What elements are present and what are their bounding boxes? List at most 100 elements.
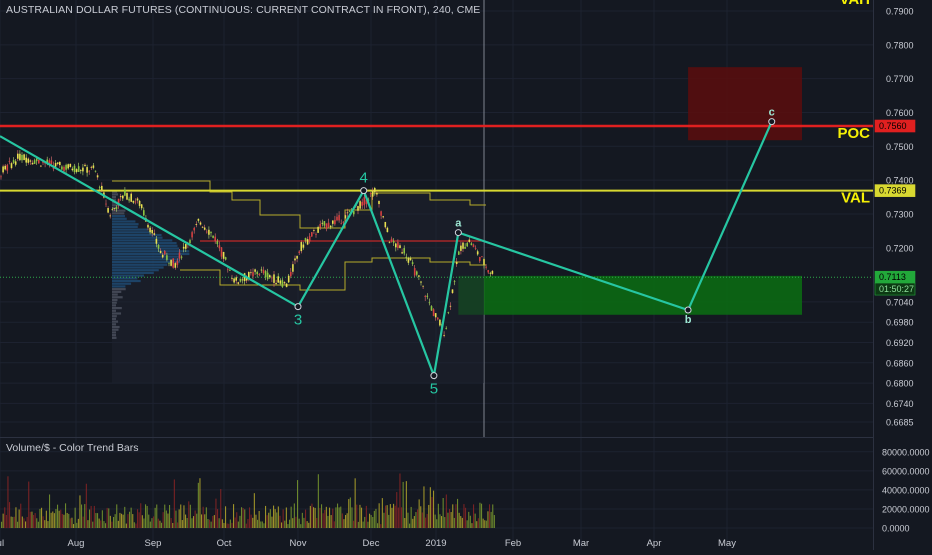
volume-bar xyxy=(417,509,419,528)
volume-bar xyxy=(101,510,103,528)
volume-bar xyxy=(380,524,382,528)
candle-body xyxy=(371,190,374,197)
volume-bar xyxy=(277,506,279,528)
volume-bar xyxy=(77,518,79,528)
volume-bar xyxy=(367,521,369,528)
volume-bar xyxy=(481,503,483,528)
volume-bar xyxy=(69,518,71,528)
volume-bar xyxy=(386,505,388,528)
volume-bar xyxy=(97,513,99,528)
volume-bar xyxy=(249,507,251,528)
volume-bar xyxy=(100,520,102,528)
candle-body xyxy=(336,216,338,221)
candle-body xyxy=(151,229,153,234)
candle-body xyxy=(388,242,391,244)
volume-bar xyxy=(377,523,379,528)
chart-area[interactable]: 3 4 5 a b c VAH POC VAL 0.7900 0.7800 0.7700 0.7600… xyxy=(0,0,932,550)
candle-body xyxy=(71,168,74,171)
candle-body xyxy=(254,269,256,272)
candle-body xyxy=(128,198,130,201)
resistance-zone xyxy=(688,67,802,141)
profile-bar xyxy=(112,317,116,321)
volume-bar xyxy=(253,493,255,528)
time-axis[interactable]: Jul Aug Sep Oct Nov Dec 2019 Feb Mar Apr May xyxy=(0,538,736,549)
candle-body xyxy=(130,193,132,202)
profile-bar xyxy=(112,228,148,231)
volume-bar xyxy=(468,511,470,528)
profile-bar xyxy=(112,217,127,220)
profile-bar xyxy=(112,293,118,296)
candle-body xyxy=(319,223,321,228)
profile-bar xyxy=(112,320,119,323)
volume-bar xyxy=(223,522,225,528)
volume-bar xyxy=(426,513,428,528)
volume-bar xyxy=(138,512,140,528)
candle-body xyxy=(2,166,4,173)
candle-body xyxy=(235,277,237,281)
profile-bar xyxy=(112,236,163,239)
candle-body xyxy=(332,220,334,224)
volume-bar xyxy=(98,518,100,528)
volume-bar xyxy=(452,504,454,528)
candle-body xyxy=(325,223,328,229)
candle-body xyxy=(189,240,191,244)
candle-body xyxy=(193,227,195,231)
volume-bar xyxy=(349,497,351,528)
candle-body xyxy=(357,206,359,211)
volume-bar xyxy=(233,504,235,528)
candle-body xyxy=(397,242,399,248)
wave-point-5 xyxy=(430,372,438,380)
volume-bar xyxy=(1,521,3,528)
volume-bar xyxy=(143,518,145,528)
volume-bar xyxy=(90,505,92,528)
candle-body xyxy=(302,244,305,248)
volume-bar xyxy=(218,518,220,528)
candle-body xyxy=(479,257,481,262)
candle-body xyxy=(329,225,332,228)
candle-body xyxy=(195,224,198,225)
volume-bar xyxy=(428,504,430,528)
volume-bar xyxy=(92,521,94,528)
candle-body xyxy=(140,204,143,209)
volume-bar xyxy=(415,512,417,528)
candle-body xyxy=(10,163,13,169)
volume-bar xyxy=(167,513,169,528)
volume-bar xyxy=(437,503,439,528)
volume-bar xyxy=(404,517,406,528)
volume-bar xyxy=(172,522,174,528)
volume-bar xyxy=(153,516,155,528)
volume-bar xyxy=(425,517,427,528)
volume-bar xyxy=(81,504,83,528)
volume-bar xyxy=(68,513,70,528)
price-tick-label: 0.7900 xyxy=(886,7,914,17)
price-tick-label: 0.6980 xyxy=(886,318,914,328)
volume-bar xyxy=(413,516,415,528)
volume-bar xyxy=(457,498,459,528)
wave-label-c: c xyxy=(769,107,775,119)
volume-bar xyxy=(265,505,267,528)
candle-body xyxy=(416,271,418,275)
volume-bar xyxy=(169,504,171,528)
volume-bar xyxy=(364,516,366,528)
volume-bar xyxy=(407,512,409,528)
volume-bar xyxy=(479,502,481,528)
candle-body xyxy=(470,243,473,246)
price-axis[interactable]: 0.79000.78000.77000.76000.75000.74000.73… xyxy=(874,7,916,428)
price-tick-label: 0.7300 xyxy=(886,209,914,219)
candle-body xyxy=(199,222,202,225)
candle-body xyxy=(157,244,160,249)
price-chart-svg[interactable]: 3 4 5 a b c VAH POC VAL 0.7900 0.7800 0.7700 0.7600… xyxy=(0,0,932,550)
candle-body xyxy=(279,280,282,284)
wave-point-a xyxy=(454,229,462,237)
candle-body xyxy=(376,192,378,195)
volume-bar xyxy=(210,521,212,528)
volume-bar xyxy=(393,503,395,528)
volume-bar xyxy=(332,508,334,528)
volume-bar xyxy=(196,513,198,528)
volume-bar xyxy=(39,508,41,528)
volume-bar xyxy=(217,509,219,528)
volume-bar xyxy=(17,521,19,528)
candle-body xyxy=(8,160,11,162)
volume-bar xyxy=(185,514,187,528)
candle-body xyxy=(80,170,82,171)
